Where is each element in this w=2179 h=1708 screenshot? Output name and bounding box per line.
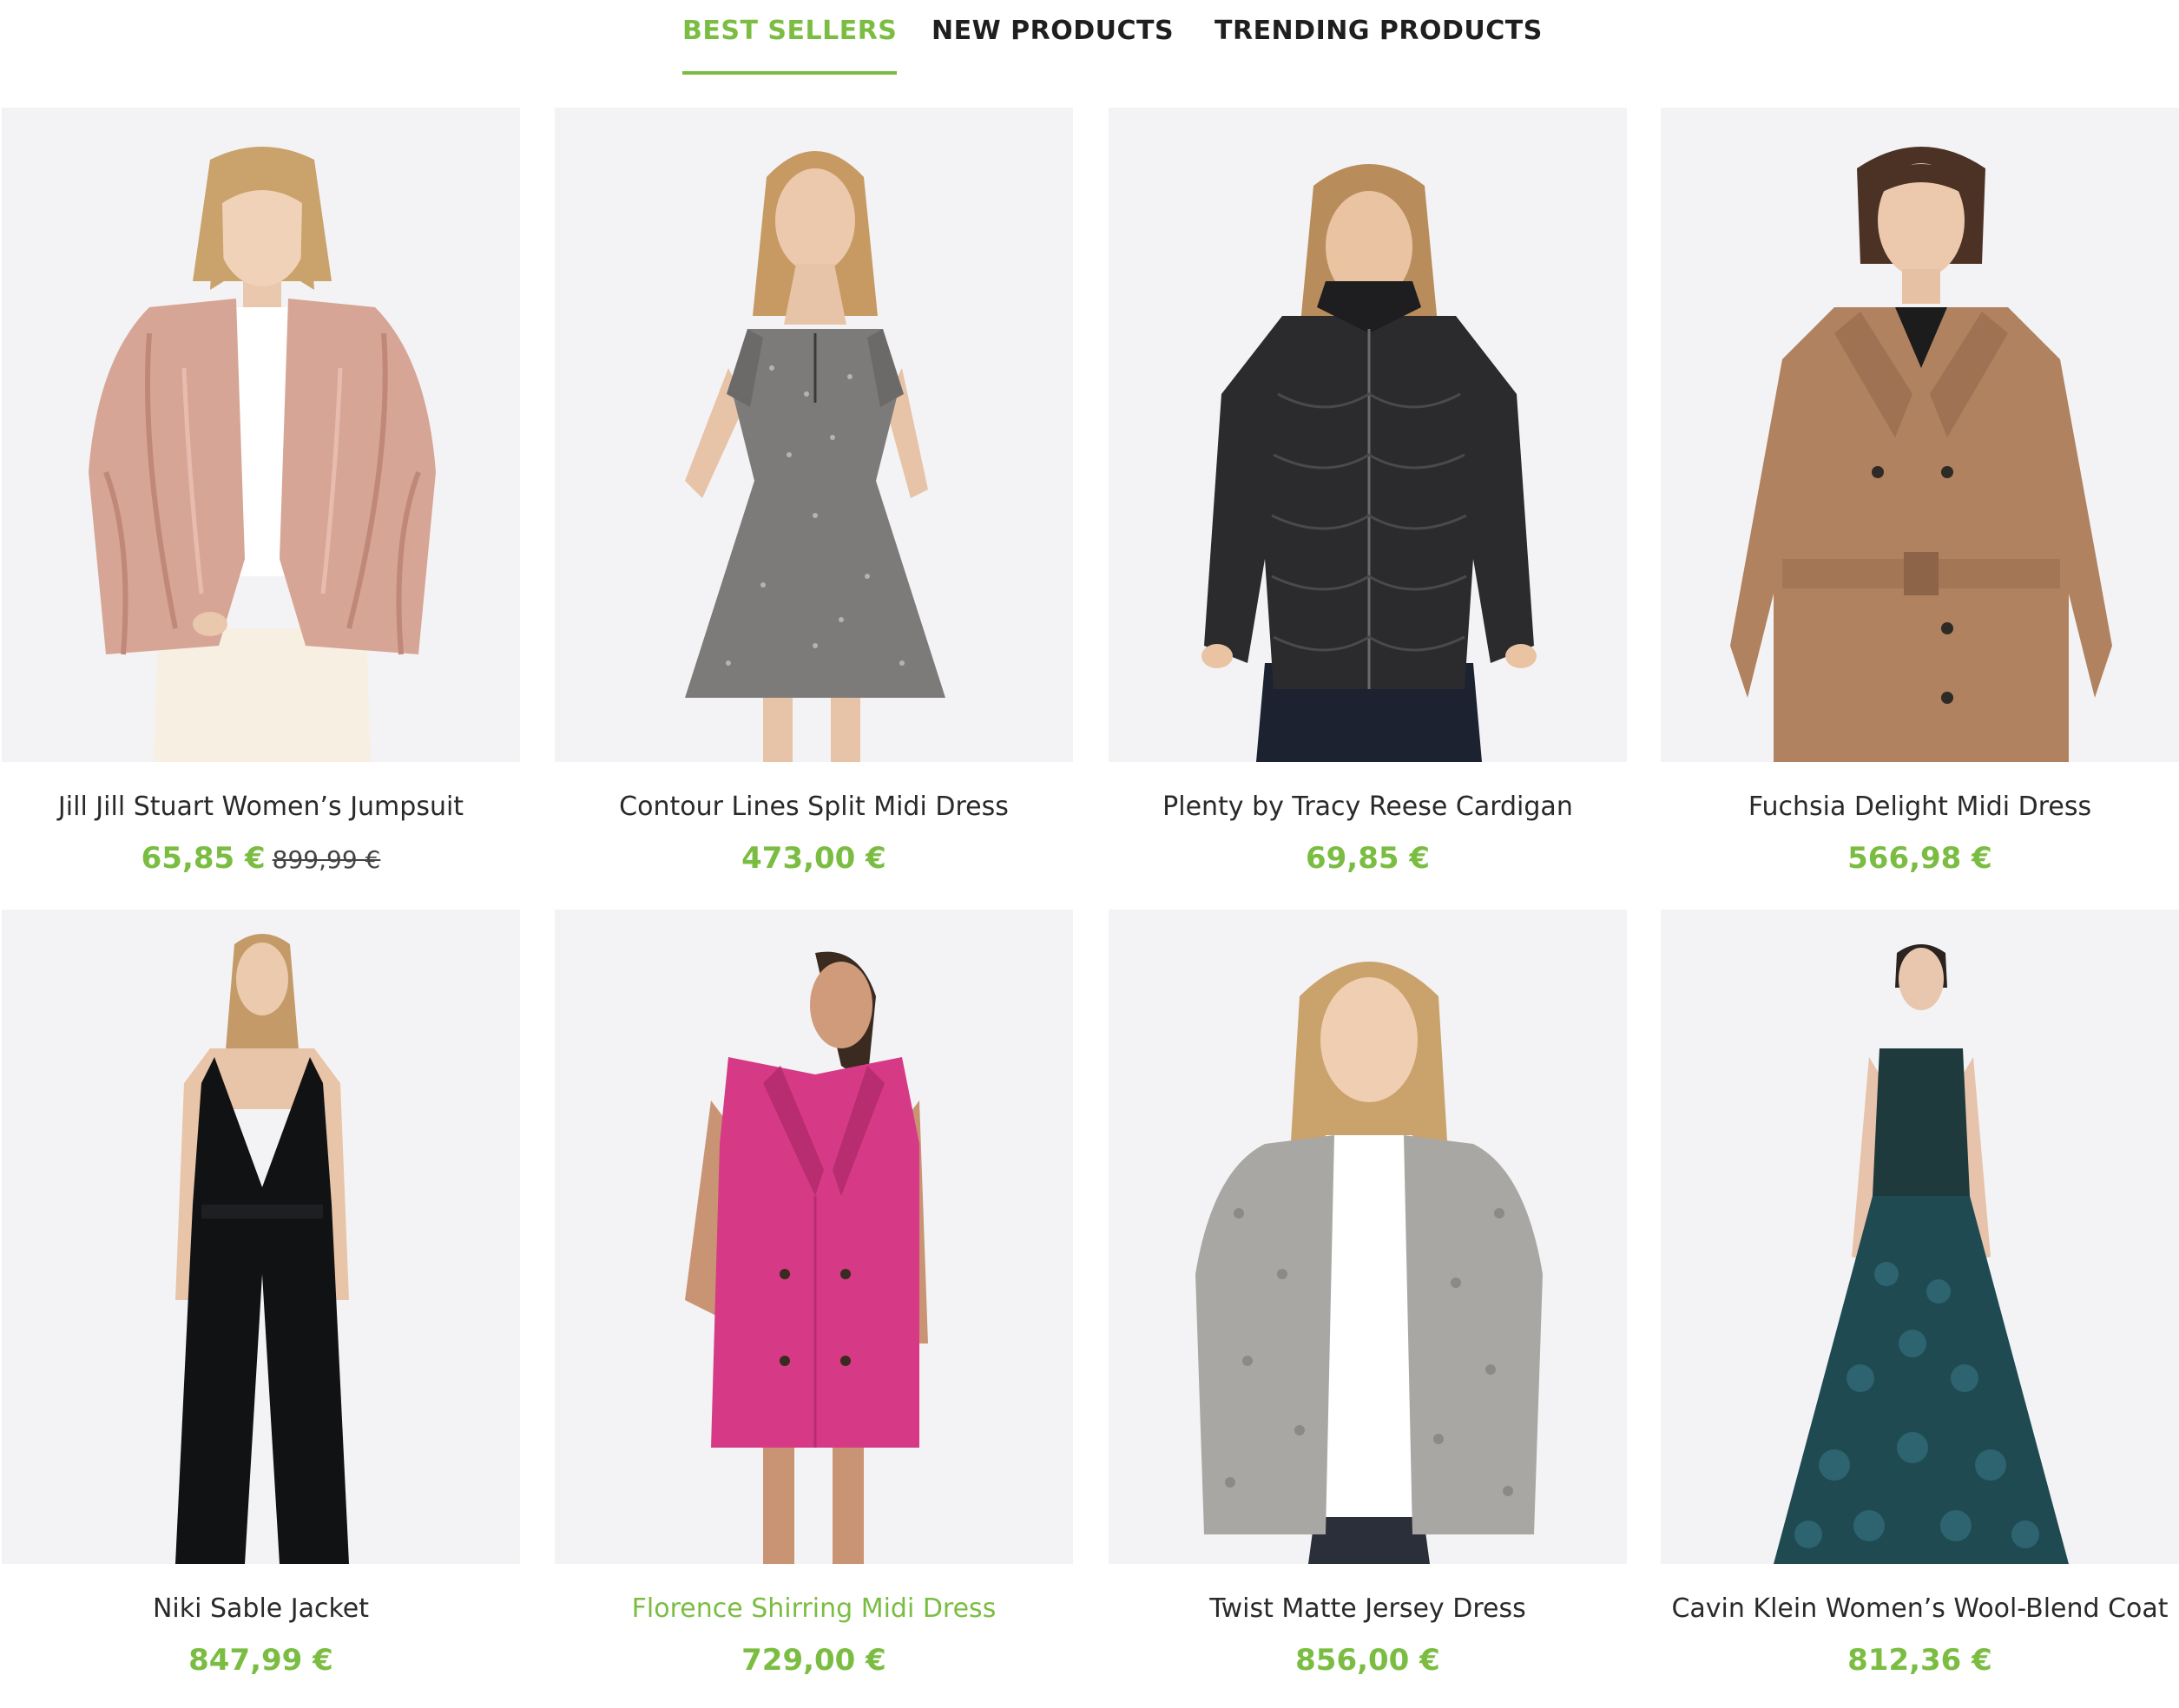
product-price: 69,85 € bbox=[1305, 841, 1431, 876]
product-name[interactable]: Jill Jill Stuart Women’s Jumpsuit bbox=[0, 790, 555, 824]
product-card[interactable]: Fuchsia Delight Midi Dress 566,98 € bbox=[1661, 108, 2179, 906]
product-card[interactable]: Cavin Klein Women’s Wool-Blend Coat 812,… bbox=[1661, 910, 2179, 1708]
model-in-grey-floral-mini-dress bbox=[555, 108, 1073, 762]
product-card[interactable]: Florence Shirring Midi Dress 729,00 € bbox=[555, 910, 1073, 1708]
product-image[interactable] bbox=[2, 910, 520, 1564]
product-image[interactable] bbox=[555, 910, 1073, 1564]
price-row: 847,99 € bbox=[2, 1640, 520, 1686]
product-price: 847,99 € bbox=[188, 1643, 333, 1678]
product-name[interactable]: Niki Sable Jacket bbox=[0, 1592, 555, 1626]
model-in-black-halter-jumpsuit bbox=[2, 910, 520, 1564]
tab-new-products[interactable]: NEW PRODUCTS bbox=[932, 14, 1174, 64]
product-name[interactable]: Plenty by Tracy Reese Cardigan bbox=[1074, 790, 1662, 824]
product-price: 473,00 € bbox=[741, 841, 886, 876]
product-name[interactable]: Florence Shirring Midi Dress bbox=[520, 1592, 1108, 1626]
model-in-camel-trench-coat bbox=[1661, 108, 2179, 762]
model-in-pink-faux-fur-jacket bbox=[2, 108, 520, 762]
price-row: 473,00 € bbox=[555, 838, 1073, 884]
tab-best-sellers[interactable]: BEST SELLERS bbox=[682, 14, 898, 75]
price-row: 65,85 €899,99 € bbox=[2, 838, 520, 884]
product-name[interactable]: Cavin Klein Women’s Wool-Blend Coat bbox=[1626, 1592, 2179, 1626]
product-card[interactable]: Twist Matte Jersey Dress 856,00 € bbox=[1109, 910, 1627, 1708]
product-name[interactable]: Fuchsia Delight Midi Dress bbox=[1626, 790, 2179, 824]
price-row: 729,00 € bbox=[555, 1640, 1073, 1686]
price-row: 69,85 € bbox=[1109, 838, 1627, 884]
price-row: 856,00 € bbox=[1109, 1640, 1627, 1686]
product-image[interactable] bbox=[1109, 910, 1627, 1564]
model-in-pink-blazer-dress bbox=[555, 910, 1073, 1564]
product-card[interactable]: Plenty by Tracy Reese Cardigan 69,85 € bbox=[1109, 108, 1627, 906]
product-image[interactable] bbox=[1661, 910, 2179, 1564]
product-image[interactable] bbox=[2, 108, 520, 762]
tab-trending-products[interactable]: TRENDING PRODUCTS bbox=[1215, 14, 1543, 64]
product-name[interactable]: Contour Lines Split Midi Dress bbox=[520, 790, 1108, 824]
model-in-black-puffer-jacket bbox=[1109, 108, 1627, 762]
product-price: 812,36 € bbox=[1847, 1643, 1992, 1678]
product-price: 566,98 € bbox=[1847, 841, 1992, 876]
product-name[interactable]: Twist Matte Jersey Dress bbox=[1074, 1592, 1662, 1626]
product-card[interactable]: Niki Sable Jacket 847,99 € bbox=[2, 910, 520, 1708]
product-image[interactable] bbox=[555, 108, 1073, 762]
price-row: 812,36 € bbox=[1661, 1640, 2179, 1686]
product-price: 65,85 € bbox=[141, 841, 266, 876]
model-in-teal-ruffled-gown bbox=[1661, 910, 2179, 1564]
product-card[interactable]: Contour Lines Split Midi Dress 473,00 € bbox=[555, 108, 1073, 906]
product-image[interactable] bbox=[1109, 108, 1627, 762]
product-card[interactable]: Jill Jill Stuart Women’s Jumpsuit 65,85 … bbox=[2, 108, 520, 906]
price-row: 566,98 € bbox=[1661, 838, 2179, 884]
product-price: 856,00 € bbox=[1295, 1643, 1440, 1678]
model-in-grey-boucle-cardigan bbox=[1109, 910, 1627, 1564]
product-image[interactable] bbox=[1661, 108, 2179, 762]
product-price: 729,00 € bbox=[741, 1643, 886, 1678]
old-price: 899,99 € bbox=[272, 845, 381, 874]
product-tabs: BEST SELLERS NEW PRODUCTS TRENDING PRODU… bbox=[0, 0, 2179, 78]
